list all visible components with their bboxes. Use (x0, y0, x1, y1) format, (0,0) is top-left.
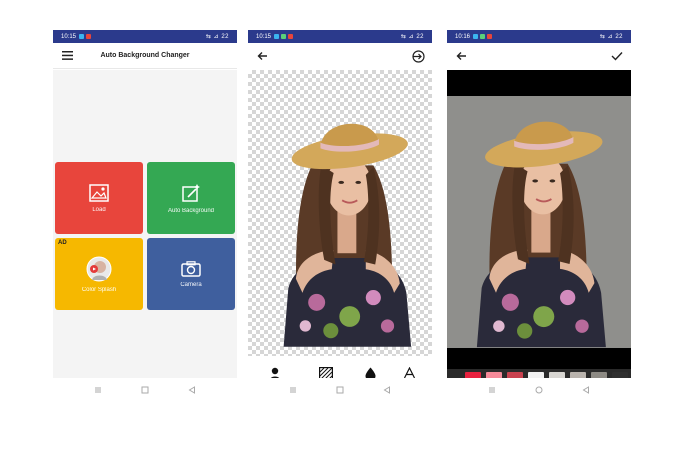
notification-icon (86, 34, 92, 39)
camera-icon (181, 260, 201, 277)
color-splash-label: Color Splash (81, 286, 117, 293)
image-icon (89, 183, 109, 202)
app-bar (248, 43, 432, 69)
load-label: Load (92, 206, 106, 213)
back-arrow-icon[interactable] (454, 49, 468, 63)
status-time: 10:16 (455, 33, 471, 40)
notification-icon (281, 34, 287, 39)
auto-background-tile[interactable]: Auto Background (147, 162, 235, 234)
auto-background-label: Auto Background (167, 207, 215, 214)
notification-icon (288, 34, 294, 39)
subject-photo (282, 122, 413, 348)
back-icon[interactable] (582, 386, 591, 395)
app-bar: Auto Background Changer (53, 43, 237, 69)
recents-icon[interactable] (289, 386, 298, 395)
cutout-screen: 10:15 ⇆ ⊿ 22 Auto editing Background Blu… (248, 30, 432, 402)
magic-wand-icon (182, 183, 200, 202)
ad-badge: AD (58, 240, 67, 246)
status-time: 10:15 (256, 33, 272, 40)
recents-icon[interactable] (488, 386, 497, 395)
back-icon[interactable] (188, 386, 197, 395)
camera-tile[interactable]: Camera (147, 238, 235, 310)
camera-label: Camera (180, 281, 202, 288)
status-time: 10:15 (61, 33, 77, 40)
status-icons: ⇆ ⊿ 22 (400, 34, 424, 40)
status-icons: ⇆ ⊿ 22 (205, 34, 229, 40)
home-content: Load Auto Background AD Color Splash Cam… (53, 70, 237, 378)
status-bar: 10:15 ⇆ ⊿ 22 (248, 30, 432, 43)
back-icon[interactable] (383, 386, 392, 395)
letterbox-top (447, 70, 631, 96)
home-screen: 10:15 ⇆ ⊿ 22 Auto Background Changer Loa… (53, 30, 237, 402)
home-icon[interactable] (336, 386, 345, 395)
notification-icon (274, 34, 280, 39)
edited-photo-canvas[interactable] (447, 96, 631, 349)
app-bar (447, 43, 631, 69)
color-background-screen: 10:16 ⇆ ⊿ 22 (447, 30, 631, 402)
status-bar: 10:16 ⇆ ⊿ 22 (447, 30, 631, 43)
load-tile[interactable]: Load (55, 162, 143, 234)
menu-icon[interactable] (60, 49, 74, 63)
notification-icon (473, 34, 479, 39)
home-icon[interactable] (141, 386, 150, 395)
color-splash-tile[interactable]: AD Color Splash (55, 238, 143, 310)
status-bar: 10:15 ⇆ ⊿ 22 (53, 30, 237, 43)
notification-icon (487, 34, 493, 39)
checkmark-icon[interactable] (610, 49, 624, 63)
status-icons: ⇆ ⊿ 22 (599, 34, 623, 40)
home-icon[interactable] (535, 386, 544, 395)
recents-icon[interactable] (94, 386, 103, 395)
color-splash-app-icon (86, 256, 112, 281)
subject-photo (475, 120, 607, 349)
letterbox-bottom (447, 348, 631, 369)
system-nav-bar (53, 378, 237, 402)
back-arrow-icon[interactable] (255, 49, 269, 63)
system-nav-bar (248, 378, 432, 402)
notification-icon (480, 34, 486, 39)
notification-icon (79, 34, 85, 39)
transparent-canvas[interactable] (248, 70, 432, 356)
export-icon[interactable] (411, 49, 425, 63)
app-title: Auto Background Changer (100, 52, 190, 59)
system-nav-bar (447, 378, 631, 402)
